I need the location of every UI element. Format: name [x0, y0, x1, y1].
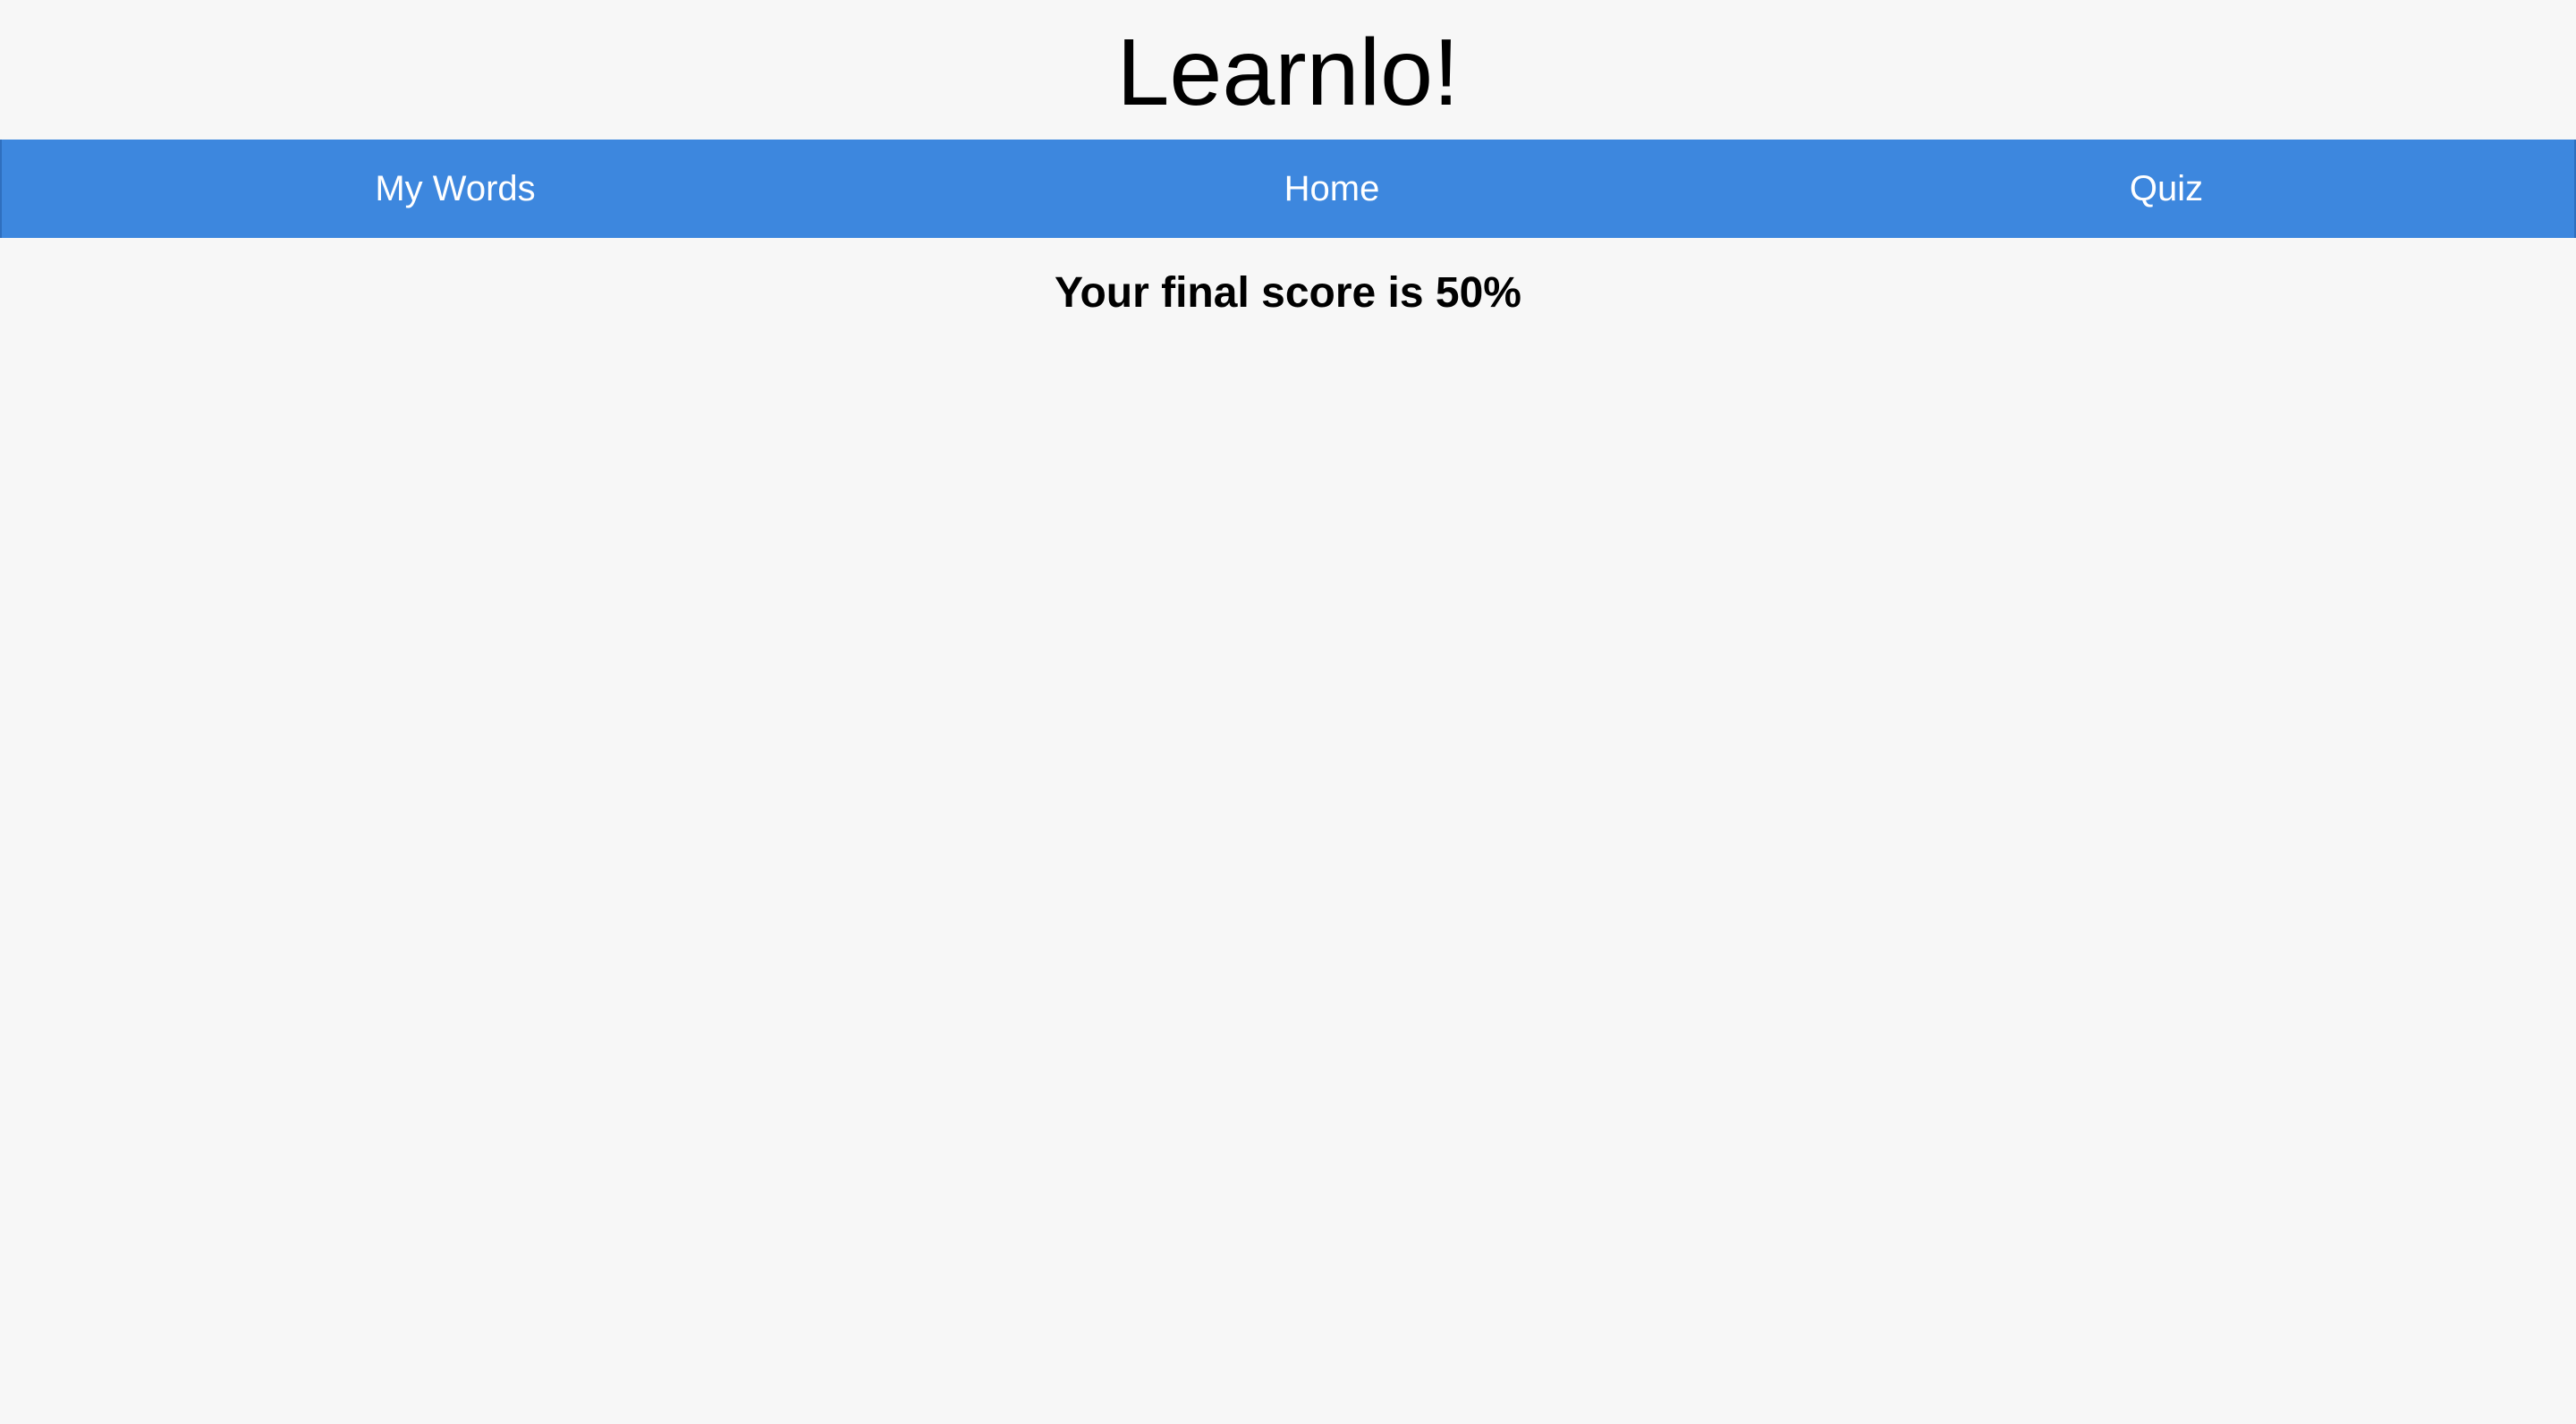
- final-score-text: Your final score is 50%: [1055, 269, 1521, 317]
- nav-item-home[interactable]: Home: [1242, 140, 1421, 238]
- nav-bar: My Words Home Quiz: [0, 140, 2576, 238]
- app-header: Learnlo!: [0, 0, 2576, 140]
- nav-item-quiz[interactable]: Quiz: [2077, 140, 2256, 238]
- nav-item-my-words[interactable]: My Words: [366, 140, 545, 238]
- app-title: Learnlo!: [1116, 20, 1460, 125]
